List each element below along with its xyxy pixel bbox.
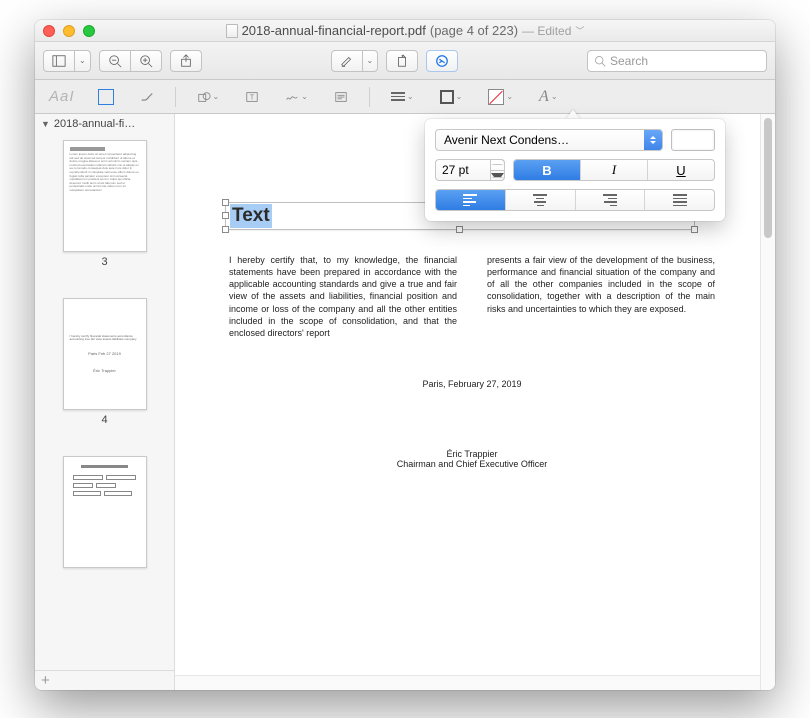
thumbnail-page[interactable]: [35, 456, 174, 572]
resize-handle-icon[interactable]: [222, 226, 229, 233]
text-align-segmented: [435, 189, 715, 211]
sidebar-doc-label: 2018-annual-fi…: [54, 118, 135, 130]
thumbnail-page[interactable]: Lorem ipsum dolor sit amet consectetur a…: [35, 140, 174, 268]
font-size-stepper[interactable]: [490, 159, 505, 181]
horizontal-scrollbar-track[interactable]: [175, 675, 760, 690]
app-window: 2018-annual-financial-report.pdf (page 4…: [35, 20, 775, 690]
stepper-up-icon[interactable]: [491, 160, 504, 171]
markup-toolbar: AaI ⌄ T ⌄ ⌄ ⌄ ⌄ A⌄: [35, 80, 775, 114]
border-color-button[interactable]: ⌄: [431, 86, 472, 108]
align-left-button[interactable]: [436, 190, 506, 210]
thumbnail-page-number: 3: [101, 256, 107, 268]
thumbnails-sidebar: ▼ 2018-annual-fi… Lorem ipsum dolor sit …: [35, 114, 175, 690]
resize-handle-icon[interactable]: [456, 226, 463, 233]
title-bar: 2018-annual-financial-report.pdf (page 4…: [35, 20, 775, 42]
document-icon: [226, 24, 238, 38]
search-placeholder: Search: [610, 54, 648, 68]
sign-tool-button[interactable]: ⌄: [276, 86, 317, 108]
highlight-segmented[interactable]: ⌄: [331, 50, 379, 72]
body-column-right: presents a fair view of the development …: [487, 254, 715, 339]
thumbnail-page-number: 4: [101, 414, 107, 426]
rotate-button[interactable]: [386, 50, 418, 72]
font-family-select[interactable]: Avenir Next Condens…: [435, 129, 663, 151]
font-family-value: Avenir Next Condens…: [444, 133, 569, 147]
sidebar-view-icon[interactable]: [44, 51, 75, 71]
window-filename: 2018-annual-financial-report.pdf: [242, 23, 426, 38]
highlight-icon[interactable]: [332, 51, 363, 71]
zoom-segmented: [99, 50, 162, 72]
place-date-line: Paris, February 27, 2019: [229, 379, 715, 389]
main-toolbar: ⌄ ⌄ Search: [35, 42, 775, 80]
disclosure-triangle-icon[interactable]: ▼: [41, 119, 50, 129]
vertical-scrollbar-track[interactable]: [760, 114, 775, 690]
window-page-info: (page 4 of 223): [430, 23, 518, 38]
thumbnail-page[interactable]: I hereby certify financial statements ac…: [35, 298, 174, 426]
text-style-popover: Avenir Next Condens… 27 pt B I U: [425, 119, 725, 221]
resize-handle-icon[interactable]: [222, 212, 229, 219]
text-style-button[interactable]: A⌄: [530, 86, 566, 108]
thumbnails-list[interactable]: Lorem ipsum dolor sit amet consectetur a…: [35, 134, 174, 670]
shapes-tool-button[interactable]: ⌄: [188, 86, 229, 108]
note-tool-button[interactable]: [325, 86, 357, 108]
window-title[interactable]: 2018-annual-financial-report.pdf (page 4…: [35, 23, 775, 38]
bold-button[interactable]: B: [514, 160, 581, 180]
add-page-button[interactable]: +: [41, 672, 50, 689]
markup-button[interactable]: [426, 50, 458, 72]
fill-color-button[interactable]: ⌄: [479, 86, 522, 108]
view-mode-segmented[interactable]: ⌄: [43, 50, 91, 72]
sketch-tool-icon[interactable]: [131, 86, 163, 108]
view-mode-chevron-icon[interactable]: ⌄: [75, 51, 90, 71]
text-style-segmented: B I U: [513, 159, 715, 181]
search-field[interactable]: Search: [587, 50, 767, 72]
text-tool-button[interactable]: T: [236, 86, 268, 108]
border-style-button[interactable]: ⌄: [382, 86, 423, 108]
share-button[interactable]: [170, 50, 202, 72]
signer-title: Chairman and Chief Executive Officer: [229, 459, 715, 469]
resize-handle-icon[interactable]: [691, 226, 698, 233]
rectangular-selection-tool[interactable]: [89, 86, 123, 108]
underline-button[interactable]: U: [648, 160, 714, 180]
italic-button[interactable]: I: [581, 160, 648, 180]
align-right-button[interactable]: [576, 190, 646, 210]
search-icon: [594, 55, 606, 67]
text-annotation-value[interactable]: Text: [230, 204, 272, 228]
text-selection-tool-icon[interactable]: AaI: [43, 88, 81, 105]
signature-block: Éric Trappier Chairman and Chief Executi…: [229, 449, 715, 469]
font-size-value: 27 pt: [442, 163, 469, 177]
signer-name: Éric Trappier: [229, 449, 715, 459]
align-center-button[interactable]: [506, 190, 576, 210]
sidebar-doc-header[interactable]: ▼ 2018-annual-fi…: [35, 114, 174, 134]
zoom-out-button[interactable]: [100, 51, 131, 71]
resize-handle-icon[interactable]: [222, 199, 229, 206]
text-color-swatch[interactable]: [671, 129, 715, 151]
highlight-chevron-icon[interactable]: ⌄: [363, 51, 378, 71]
sidebar-footer: +: [35, 670, 174, 690]
svg-text:T: T: [250, 94, 255, 101]
zoom-in-button[interactable]: [131, 51, 161, 71]
vertical-scrollbar-thumb[interactable]: [764, 118, 772, 238]
title-chevron-icon: ﹀: [575, 24, 584, 37]
body-columns: I hereby certify that, to my knowledge, …: [229, 254, 715, 339]
select-stepper-icon[interactable]: [644, 129, 662, 151]
stepper-down-icon[interactable]: [491, 171, 504, 181]
body-column-left: I hereby certify that, to my knowledge, …: [229, 254, 457, 339]
align-justify-button[interactable]: [645, 190, 714, 210]
font-size-field[interactable]: 27 pt: [435, 159, 505, 181]
window-edited-label: — Edited: [522, 24, 571, 38]
